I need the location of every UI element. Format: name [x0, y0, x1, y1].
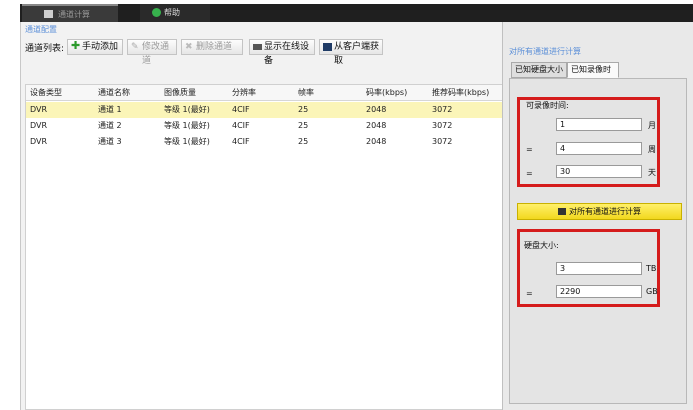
cell-bitrate: 2048: [366, 137, 387, 146]
cell-image-quality: 等级 1(最好): [164, 137, 210, 146]
delete-icon: ✖: [185, 42, 193, 52]
add-channel-button[interactable]: ✚ 手动添加: [67, 39, 123, 55]
client-icon: [323, 43, 332, 51]
gb-unit: GB: [646, 287, 658, 296]
disk-tb-input[interactable]: 3: [556, 262, 642, 275]
months-input[interactable]: 1: [556, 118, 642, 131]
pencil-icon: ✎: [131, 42, 139, 52]
delete-channel-button[interactable]: ✖ 删除通道: [181, 39, 243, 55]
show-online-devices-label: 显示在线设备: [264, 42, 310, 66]
tab-known-disk-size[interactable]: 已知硬盘大小: [511, 62, 567, 78]
col-header-channel-name[interactable]: 通道名称: [98, 85, 130, 101]
tb-unit: TB: [646, 264, 657, 273]
tab-channel-calc[interactable]: 通道计算: [22, 4, 118, 22]
disk-gb-input[interactable]: 2290: [556, 285, 642, 298]
plus-icon: ✚: [71, 39, 81, 52]
cell-image-quality: 等级 1(最好): [164, 121, 210, 130]
weeks-unit: 周: [648, 145, 656, 154]
tab-help-label: 帮助: [164, 8, 180, 17]
days-equals: =: [526, 169, 533, 178]
cell-bitrate: 2048: [366, 105, 387, 114]
cell-recommended-bitrate: 3072: [432, 105, 453, 114]
cell-bitrate: 2048: [366, 121, 387, 130]
cell-recommended-bitrate: 3072: [432, 137, 453, 146]
disk-size-label: 硬盘大小:: [524, 241, 559, 250]
table-row[interactable]: DVR 通道 1 等级 1(最好) 4CIF 25 2048 3072: [26, 102, 504, 118]
col-header-image-quality[interactable]: 图像质量: [164, 85, 196, 101]
gb-equals: =: [526, 289, 533, 298]
weeks-input[interactable]: 4: [556, 142, 642, 155]
channel-toolbar: 通道列表: ✚ 手动添加 ✎ 修改通道 ✖ 删除通道 显示在线设备 从客户端获取: [21, 36, 503, 66]
channel-list-label: 通道列表:: [25, 44, 65, 54]
col-header-resolution[interactable]: 分辨率: [232, 85, 256, 101]
cell-frame-rate: 25: [298, 121, 309, 130]
channel-config-title: 通道配置: [25, 25, 57, 34]
table-row[interactable]: DVR 通道 2 等级 1(最好) 4CIF 25 2048 3072: [26, 118, 504, 134]
cell-resolution: 4CIF: [232, 105, 250, 114]
cell-resolution: 4CIF: [232, 137, 250, 146]
channel-table: 设备类型 通道名称 图像质量 分辨率 帧率 码率(kbps) 推荐码率(kbps…: [25, 84, 505, 410]
tab-help[interactable]: 帮助: [140, 4, 210, 22]
edit-channel-button[interactable]: ✎ 修改通道: [127, 39, 177, 66]
calculate-all-channels-button[interactable]: 对所有通道进行计算: [517, 203, 682, 220]
get-from-client-label: 从客户端获取: [334, 42, 380, 66]
months-unit: 月: [648, 121, 656, 130]
days-unit: 天: [648, 168, 656, 177]
cell-recommended-bitrate: 3072: [432, 121, 453, 130]
col-header-frame-rate[interactable]: 帧率: [298, 85, 314, 101]
days-input[interactable]: 30: [556, 165, 642, 178]
col-header-recommended-bitrate[interactable]: 推荐码率(kbps): [432, 85, 489, 101]
record-time-label: 可录像时间:: [526, 101, 569, 110]
help-icon: [152, 8, 161, 17]
cell-channel-name: 通道 2: [98, 121, 122, 130]
edit-channel-label: 修改通道: [142, 42, 170, 66]
channel-config-panel: 通道配置 通道列表: ✚ 手动添加 ✎ 修改通道 ✖ 删除通道 显示在线设备 从…: [20, 22, 505, 410]
cell-device-type: DVR: [30, 121, 48, 130]
cell-image-quality: 等级 1(最好): [164, 105, 210, 114]
device-icon: [253, 44, 262, 50]
tab-strip: [20, 4, 693, 22]
get-from-client-button[interactable]: 从客户端获取: [319, 39, 383, 66]
tab-known-record-time[interactable]: 已知录像时间: [567, 62, 619, 88]
table-row[interactable]: DVR 通道 3 等级 1(最好) 4CIF 25 2048 3072: [26, 134, 504, 150]
weeks-equals: =: [526, 145, 533, 154]
table-header: 设备类型 通道名称 图像质量 分辨率 帧率 码率(kbps) 推荐码率(kbps…: [26, 85, 504, 101]
cell-channel-name: 通道 1: [98, 105, 122, 114]
delete-channel-label: 删除通道: [196, 42, 233, 52]
cell-channel-name: 通道 3: [98, 137, 122, 146]
add-channel-label: 手动添加: [82, 42, 119, 52]
top-tab-bar: 通道计算 帮助: [0, 0, 693, 22]
col-header-bitrate[interactable]: 码率(kbps): [366, 85, 407, 101]
computer-icon: [44, 10, 53, 18]
cell-device-type: DVR: [30, 137, 48, 146]
calculate-all-channels-label: 对所有通道进行计算: [569, 207, 641, 216]
cell-resolution: 4CIF: [232, 121, 250, 130]
calculator-icon: [558, 208, 566, 215]
calc-panel-title: 对所有通道进行计算: [509, 47, 581, 56]
show-online-devices-button[interactable]: 显示在线设备: [249, 39, 315, 66]
cell-frame-rate: 25: [298, 105, 309, 114]
col-header-device-type[interactable]: 设备类型: [30, 85, 62, 101]
cell-frame-rate: 25: [298, 137, 309, 146]
cell-device-type: DVR: [30, 105, 48, 114]
